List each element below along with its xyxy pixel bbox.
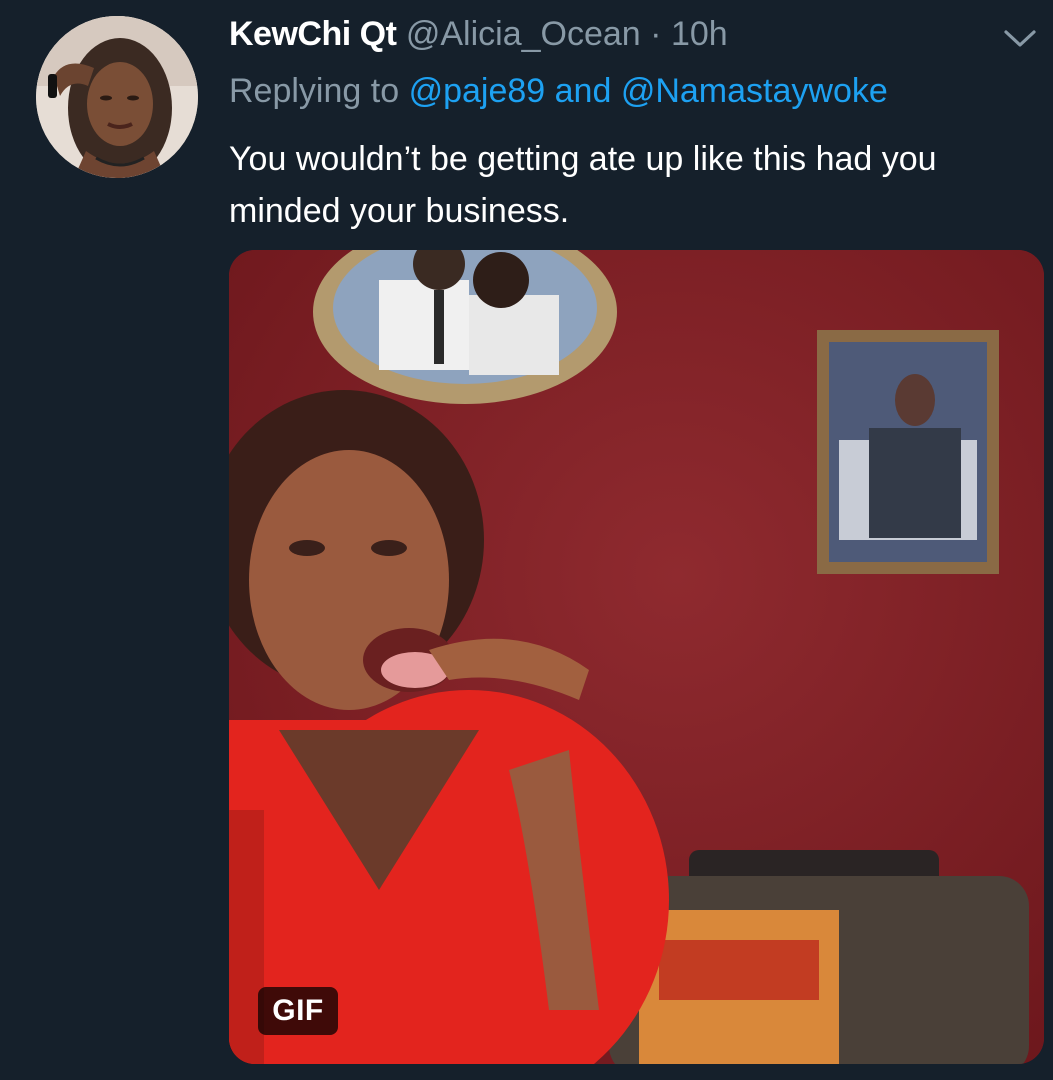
chevron-down-icon[interactable] xyxy=(1000,24,1040,52)
replying-to-line: Replying to @paje89 and @Namastaywoke xyxy=(229,70,888,112)
user-handle[interactable]: @Alicia_Ocean xyxy=(406,15,641,53)
reply-conjunction[interactable]: and xyxy=(555,72,612,110)
avatar-image xyxy=(36,16,198,178)
gif-frame-image xyxy=(229,250,1044,1064)
tweet-text: You wouldn’t be getting ate up like this… xyxy=(229,140,937,230)
avatar[interactable] xyxy=(36,16,198,178)
replying-to-label: Replying to xyxy=(229,72,400,110)
tweet-header: KewChi Qt @Alicia_Ocean · 10h xyxy=(229,14,728,54)
header-separator: · xyxy=(650,15,662,53)
gif-badge: GIF xyxy=(258,987,338,1035)
timestamp[interactable]: 10h xyxy=(671,15,728,53)
gif-media[interactable] xyxy=(229,250,1044,1064)
display-name[interactable]: KewChi Qt xyxy=(229,15,397,53)
reply-mention-namastaywoke[interactable]: @Namastaywoke xyxy=(621,72,888,110)
reply-mention-paje89[interactable]: @paje89 xyxy=(409,72,546,110)
tweet: KewChi Qt @Alicia_Ocean · 10h Replying t… xyxy=(0,0,1053,1080)
